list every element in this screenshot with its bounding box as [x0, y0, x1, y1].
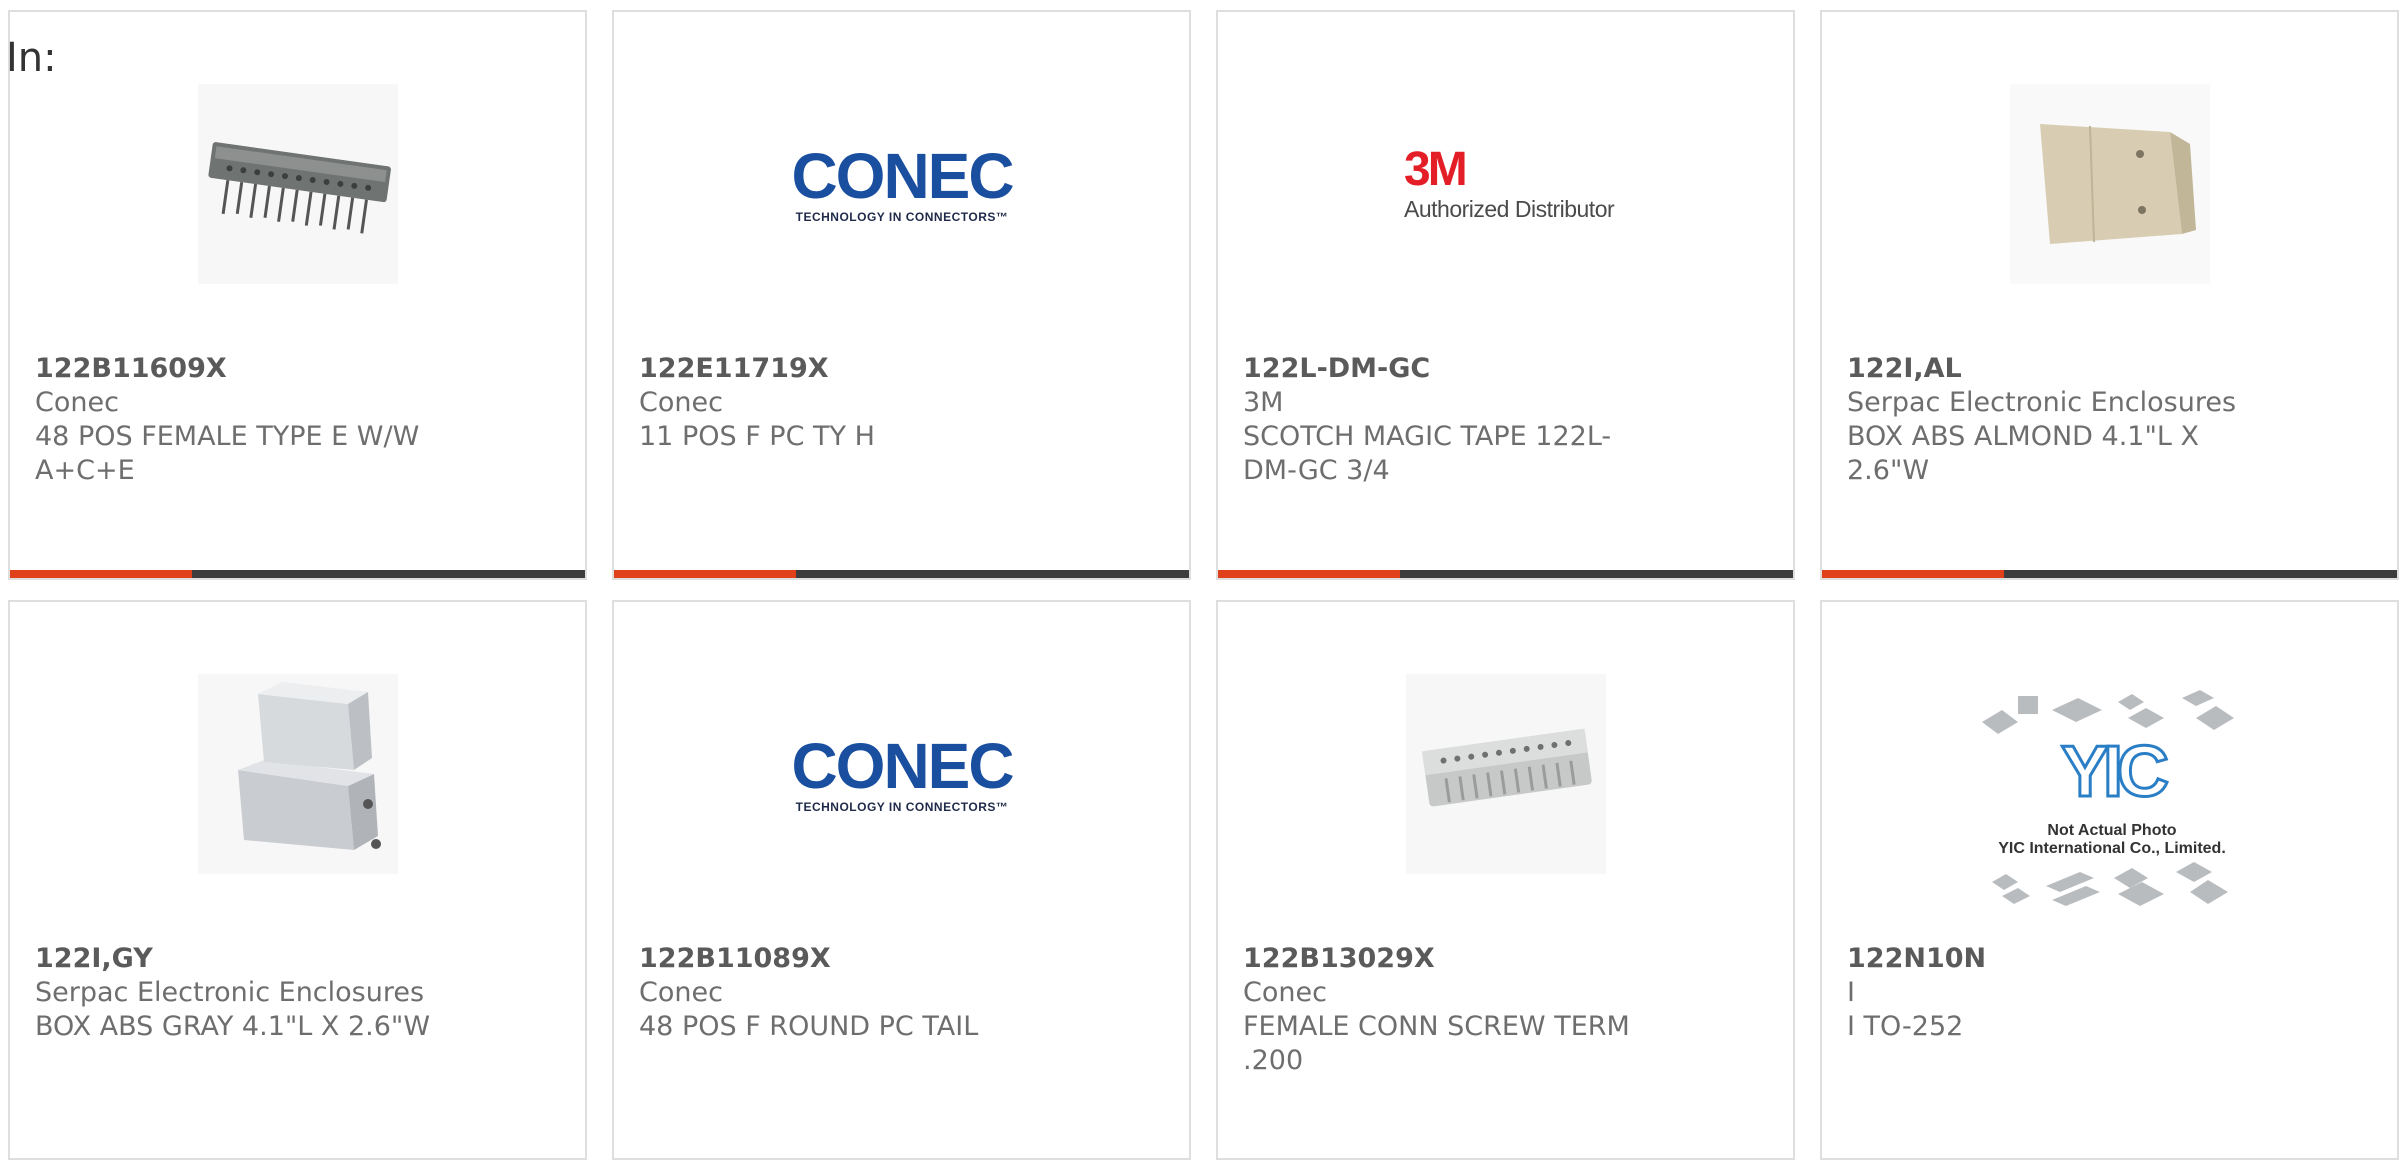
manufacturer: Conec	[639, 387, 723, 418]
product-image-connector-gray[interactable]	[1404, 672, 1608, 876]
product-card[interactable]: YIC Not Actual Photo YIC International C…	[1820, 600, 2399, 1160]
card-accent-bar	[614, 570, 1189, 578]
yic-placeholder: YIC Not Actual Photo YIC International C…	[1972, 682, 2252, 922]
description: BOX ABS ALMOND 4.1"L X 2.6"W	[1847, 421, 2200, 486]
yic-logo: YIC	[2059, 731, 2170, 814]
manufacturer: Serpac Electronic Enclosures	[35, 977, 425, 1008]
product-image-connector[interactable]	[196, 82, 400, 286]
part-number[interactable]: 122L-DM-GC	[1243, 352, 1663, 386]
yic-caption-1: Not Actual Photo	[2047, 822, 2177, 839]
part-number[interactable]: 122E11719X	[639, 352, 1059, 386]
bar-accent	[1822, 570, 2004, 578]
bar-accent	[1218, 570, 1400, 578]
description: BOX ABS GRAY 4.1"L X 2.6"W	[35, 1011, 431, 1042]
manufacturer: I	[1847, 977, 1855, 1008]
part-number[interactable]: 122B11089X	[639, 942, 1059, 976]
product-card[interactable]: 122B11609X Conec 48 POS FEMALE TYPE E W/…	[8, 10, 587, 580]
yic-caption-2: YIC International Co., Limited.	[1998, 840, 2226, 857]
card-accent-bar	[1218, 570, 1793, 578]
product-card[interactable]: CONEC TECHNOLOGY IN CONNECTORS™ 122B1108…	[612, 600, 1191, 1160]
manufacturer: Serpac Electronic Enclosures	[1847, 387, 2237, 418]
product-card[interactable]: 122B13029X Conec FEMALE CONN SCREW TERM …	[1216, 600, 1795, 1160]
manufacturer: 3M	[1243, 387, 1284, 418]
part-number[interactable]: 122B11609X	[35, 352, 455, 386]
part-number[interactable]: 122B13029X	[1243, 942, 1663, 976]
description: 48 POS FEMALE TYPE E W/W A+C+E	[35, 421, 420, 486]
part-number[interactable]: 122I,AL	[1847, 352, 2267, 386]
part-number[interactable]: 122N10N	[1847, 942, 2267, 976]
description: 48 POS F ROUND PC TAIL	[639, 1011, 979, 1042]
description: I TO-252	[1847, 1011, 1964, 1042]
card-accent-bar	[10, 570, 585, 578]
product-card[interactable]: 122I,AL Serpac Electronic Enclosures BOX…	[1820, 10, 2399, 580]
product-image-conec-logo[interactable]: CONEC TECHNOLOGY IN CONNECTORS™	[791, 82, 1014, 286]
product-image-yic-placeholder[interactable]: YIC Not Actual Photo YIC International C…	[1972, 682, 2252, 922]
part-number[interactable]: 122I,GY	[35, 942, 455, 976]
bar-accent	[10, 570, 192, 578]
description: SCOTCH MAGIC TAPE 122L-DM-GC 3/4	[1243, 421, 1612, 486]
manufacturer: Conec	[35, 387, 119, 418]
product-image-conec-logo[interactable]: CONEC TECHNOLOGY IN CONNECTORS™	[791, 672, 1014, 876]
product-image-enclosure-almond[interactable]	[2008, 82, 2212, 286]
product-card[interactable]: 3M Authorized Distributor 122L-DM-GC 3M …	[1216, 10, 1795, 580]
manufacturer: Conec	[639, 977, 723, 1008]
product-grid: 122B11609X Conec 48 POS FEMALE TYPE E W/…	[0, 0, 2400, 1160]
description: 11 POS F PC TY H	[639, 421, 875, 452]
page-heading: In:	[6, 35, 57, 81]
product-image-3m-logo[interactable]: 3M Authorized Distributor	[1404, 82, 1615, 286]
product-card[interactable]: 122I,GY Serpac Electronic Enclosures BOX…	[8, 600, 587, 1160]
product-card[interactable]: CONEC TECHNOLOGY IN CONNECTORS™ 122E1171…	[612, 10, 1191, 580]
card-accent-bar	[1822, 570, 2397, 578]
conec-logo: CONEC TECHNOLOGY IN CONNECTORS™	[791, 730, 1014, 814]
conec-logo: CONEC TECHNOLOGY IN CONNECTORS™	[791, 140, 1014, 224]
description: FEMALE CONN SCREW TERM .200	[1243, 1011, 1630, 1076]
3m-logo: 3M Authorized Distributor	[1404, 142, 1615, 222]
bar-accent	[614, 570, 796, 578]
product-image-enclosure-gray[interactable]	[196, 672, 400, 876]
manufacturer: Conec	[1243, 977, 1327, 1008]
